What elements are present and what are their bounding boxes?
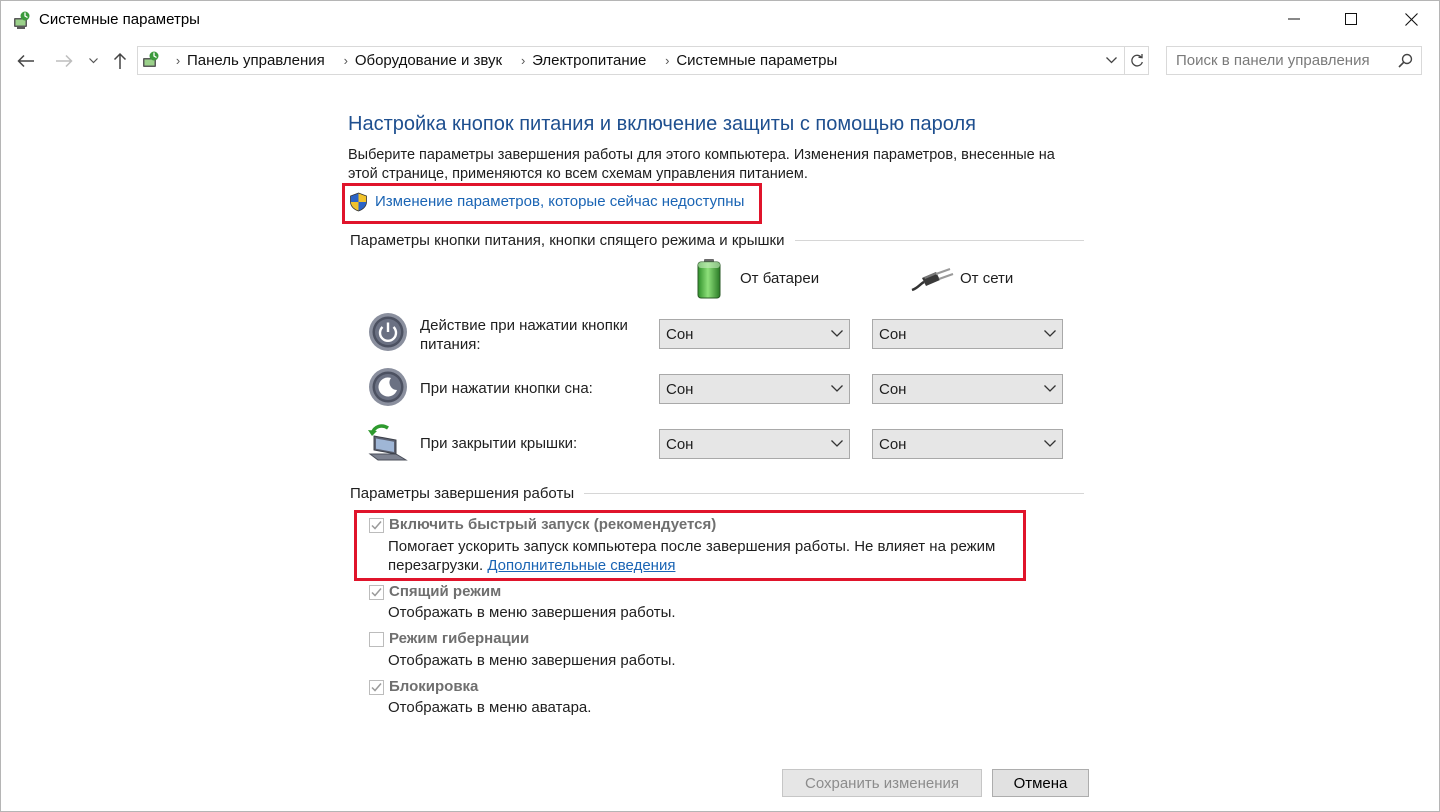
power-section-label: Параметры кнопки питания, кнопки спящего… [350, 232, 795, 249]
chevron-down-icon [1044, 440, 1056, 447]
forward-button[interactable] [51, 48, 77, 74]
page-description: Выберите параметры завершения работы для… [348, 146, 1108, 184]
minimize-button[interactable] [1265, 0, 1323, 38]
lid-close-battery-select[interactable]: Сон [659, 429, 850, 459]
lock-checkbox[interactable] [369, 680, 384, 695]
chevron-down-icon [88, 58, 98, 64]
maximize-button[interactable] [1322, 0, 1380, 38]
description-text: перезагрузки. [388, 557, 484, 574]
description-line: Выберите параметры завершения работы для… [348, 147, 1055, 163]
control-panel-app-icon [11, 9, 33, 31]
lock-option-label: Блокировка [389, 678, 479, 695]
back-arrow-icon [17, 54, 34, 68]
hibernate-option-label: Режим гибернации [389, 630, 530, 647]
battery-icon [696, 258, 722, 304]
chevron-down-icon [1105, 57, 1117, 64]
sleep-button-action-label: При нажатии кнопки сна: [420, 380, 593, 397]
up-arrow-icon [113, 52, 127, 69]
cancel-button[interactable]: Отмена [992, 769, 1089, 797]
fast-startup-description: Помогает ускорить запуск компьютера посл… [388, 538, 996, 555]
close-icon [1404, 12, 1418, 26]
recent-locations-button[interactable] [82, 48, 104, 74]
breadcrumb: › Панель управления › Оборудование и зву… [169, 52, 849, 69]
search-box[interactable] [1166, 46, 1422, 75]
chevron-down-icon [1044, 330, 1056, 337]
label-line: питания: [420, 336, 481, 353]
uac-shield-icon [349, 192, 368, 212]
sleep-checkbox[interactable] [369, 585, 384, 600]
checkmark-icon [371, 683, 382, 692]
breadcrumb-chevron-icon[interactable]: › [337, 53, 355, 68]
window-title: Системные параметры [39, 11, 200, 28]
chevron-down-icon [831, 385, 843, 392]
breadcrumb-chevron-icon: › [175, 53, 181, 68]
power-button-action-label: Действие при нажатии кнопки питания: [420, 316, 650, 354]
lid-close-plugged-select[interactable]: Сон [872, 429, 1063, 459]
maximize-icon [1345, 13, 1357, 25]
search-input[interactable] [1176, 52, 1386, 69]
lid-close-action-label: При закрытии крышки: [420, 435, 578, 452]
select-value: Сон [666, 436, 694, 453]
sleep-button-icon [368, 367, 408, 411]
shutdown-section-label: Параметры завершения работы [350, 485, 585, 502]
fast-startup-description-2: перезагрузки. Дополнительные сведения [388, 557, 675, 574]
power-plug-icon [910, 266, 954, 296]
power-button-icon [368, 312, 408, 356]
lock-option-description: Отображать в меню аватара. [388, 699, 592, 716]
chevron-down-icon [831, 330, 843, 337]
sleep-option-description: Отображать в меню завершения работы. [388, 604, 676, 621]
chevron-down-icon [831, 440, 843, 447]
refresh-button[interactable] [1124, 47, 1149, 74]
breadcrumb-system-settings[interactable]: Системные параметры [676, 52, 837, 69]
more-info-link[interactable]: Дополнительные сведения [487, 557, 675, 574]
save-changes-button[interactable]: Сохранить изменения [782, 769, 982, 797]
breadcrumb-chevron-icon[interactable]: › [514, 53, 532, 68]
select-value: Сон [666, 326, 694, 343]
laptop-lid-icon [366, 422, 410, 466]
hibernate-option-description: Отображать в меню завершения работы. [388, 652, 676, 669]
change-unavailable-settings-link[interactable]: Изменение параметров, которые сейчас нед… [375, 193, 744, 210]
search-icon[interactable] [1398, 53, 1413, 68]
sleep-option-label: Спящий режим [389, 583, 502, 600]
plugged-column-header: От сети [960, 270, 1014, 287]
sleep-button-plugged-select[interactable]: Сон [872, 374, 1063, 404]
power-button-battery-select[interactable]: Сон [659, 319, 850, 349]
select-value: Сон [879, 381, 907, 398]
select-value: Сон [879, 436, 907, 453]
sleep-button-battery-select[interactable]: Сон [659, 374, 850, 404]
fast-startup-checkbox[interactable] [369, 518, 384, 533]
close-button[interactable] [1382, 0, 1440, 38]
breadcrumb-control-panel[interactable]: Панель управления [187, 52, 325, 69]
up-button[interactable] [107, 48, 133, 74]
label-line: Действие при нажатии кнопки [420, 317, 628, 334]
description-line: этой странице, применяются ко всем схема… [348, 166, 808, 182]
breadcrumb-power-options[interactable]: Электропитание [532, 52, 646, 69]
power-button-plugged-select[interactable]: Сон [872, 319, 1063, 349]
address-history-dropdown[interactable] [1100, 47, 1122, 74]
checkmark-icon [371, 588, 382, 597]
hibernate-checkbox[interactable] [369, 632, 384, 647]
refresh-icon [1131, 54, 1143, 67]
forward-arrow-icon [56, 54, 73, 68]
battery-column-header: От батареи [740, 270, 820, 287]
select-value: Сон [879, 326, 907, 343]
minimize-icon [1288, 18, 1300, 20]
back-button[interactable] [13, 48, 39, 74]
breadcrumb-hardware-sound[interactable]: Оборудование и звук [355, 52, 502, 69]
page-title: Настройка кнопок питания и включение защ… [348, 113, 976, 135]
checkmark-icon [371, 521, 382, 530]
chevron-down-icon [1044, 385, 1056, 392]
breadcrumb-chevron-icon[interactable]: › [658, 53, 676, 68]
select-value: Сон [666, 381, 694, 398]
fast-startup-label: Включить быстрый запуск (рекомендуется) [389, 516, 717, 533]
control-panel-icon [140, 49, 162, 71]
